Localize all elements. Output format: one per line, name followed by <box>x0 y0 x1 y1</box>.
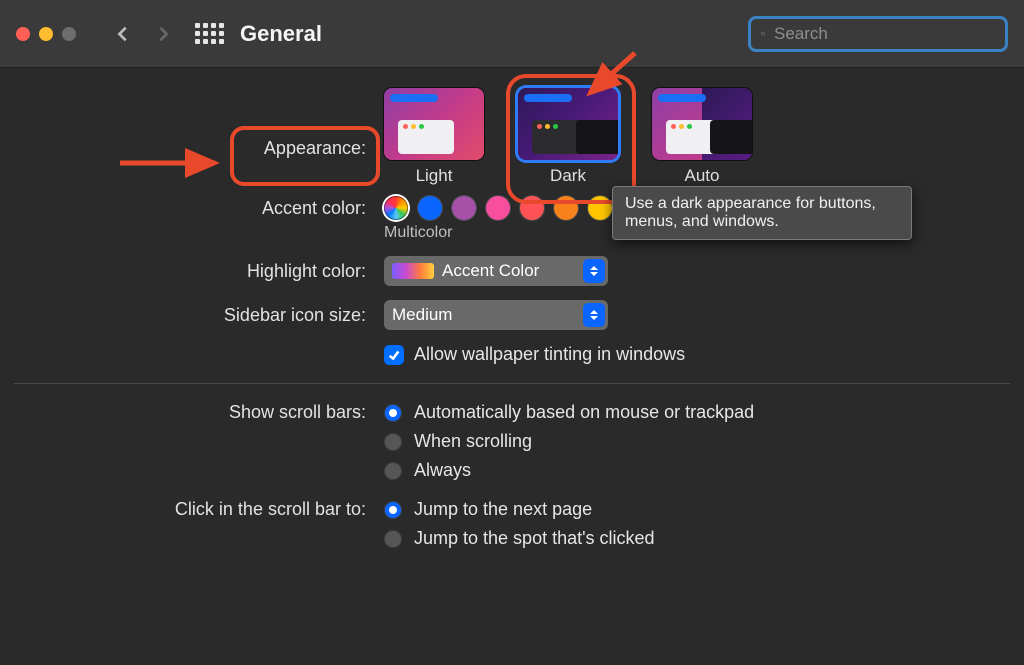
accent-swatch-yellow[interactable] <box>588 196 612 220</box>
appearance-thumb-light <box>384 88 484 160</box>
divider <box>14 383 1010 384</box>
search-icon <box>761 26 766 42</box>
appearance-option-label: Light <box>416 166 453 186</box>
radio-option[interactable]: When scrolling <box>384 431 754 452</box>
radio-option[interactable]: Jump to the spot that's clicked <box>384 528 655 549</box>
content: Appearance: Light Dark <box>0 68 1024 549</box>
click-scroll-label: Click in the scroll bar to: <box>14 499 384 520</box>
checkbox-checked-icon <box>384 345 404 365</box>
scrollbars-label: Show scroll bars: <box>14 402 384 423</box>
radio-label: Jump to the next page <box>414 499 592 520</box>
sidebar-icon-value: Medium <box>392 305 452 325</box>
radio-selected-icon <box>384 404 402 422</box>
appearance-options: Light Dark Auto <box>384 88 752 186</box>
accent-swatch-purple[interactable] <box>452 196 476 220</box>
radio-unselected-icon <box>384 433 402 451</box>
appearance-option-auto[interactable]: Auto <box>652 88 752 186</box>
search-field[interactable] <box>748 16 1008 52</box>
appearance-option-label: Dark <box>550 166 586 186</box>
accent-swatch-blue[interactable] <box>418 196 442 220</box>
appearance-option-light[interactable]: Light <box>384 88 484 186</box>
row-sidebar-icon: Sidebar icon size: Medium <box>14 300 1010 330</box>
minimize-window-icon[interactable] <box>39 27 53 41</box>
highlight-label: Highlight color: <box>14 261 384 282</box>
window-controls <box>16 27 76 41</box>
scrollbars-radios: Automatically based on mouse or trackpad… <box>384 402 754 481</box>
row-appearance: Appearance: Light Dark <box>14 88 1010 186</box>
accent-swatches <box>384 196 612 220</box>
zoom-window-icon[interactable] <box>62 27 76 41</box>
radio-label: Automatically based on mouse or trackpad <box>414 402 754 423</box>
radio-label: When scrolling <box>414 431 532 452</box>
highlight-value: Accent Color <box>442 261 539 281</box>
toolbar: General <box>0 0 1024 68</box>
highlight-popup[interactable]: Accent Color <box>384 256 608 286</box>
appearance-label: Appearance: <box>14 88 384 159</box>
accent-swatch-red[interactable] <box>520 196 544 220</box>
radio-selected-icon <box>384 501 402 519</box>
radio-option[interactable]: Automatically based on mouse or trackpad <box>384 402 754 423</box>
row-scrollbars: Show scroll bars: Automatically based on… <box>14 402 1010 481</box>
radio-option[interactable]: Always <box>384 460 754 481</box>
row-highlight: Highlight color: Accent Color <box>14 256 1010 286</box>
accent-gradient-icon <box>392 263 434 279</box>
click-scroll-radios: Jump to the next page Jump to the spot th… <box>384 499 655 549</box>
radio-unselected-icon <box>384 462 402 480</box>
accent-label: Accent color: <box>14 196 384 219</box>
radio-label: Jump to the spot that's clicked <box>414 528 655 549</box>
window-title: General <box>240 21 322 47</box>
stepper-icon <box>583 259 605 283</box>
all-settings-grid-icon[interactable] <box>196 21 222 47</box>
forward-button <box>146 17 180 51</box>
accent-swatch-orange[interactable] <box>554 196 578 220</box>
accent-swatch-multicolor[interactable] <box>384 196 408 220</box>
search-input[interactable] <box>774 24 995 44</box>
row-click-scroll: Click in the scroll bar to: Jump to the … <box>14 499 1010 549</box>
close-window-icon[interactable] <box>16 27 30 41</box>
row-wallpaper-tint: Allow wallpaper tinting in windows <box>14 344 1010 365</box>
accent-swatch-pink[interactable] <box>486 196 510 220</box>
appearance-tooltip: Use a dark appearance for buttons, menus… <box>612 186 912 240</box>
appearance-option-label: Auto <box>685 166 720 186</box>
stepper-icon <box>583 303 605 327</box>
wallpaper-tint-checkbox[interactable]: Allow wallpaper tinting in windows <box>384 344 685 365</box>
appearance-thumb-auto <box>652 88 752 160</box>
sidebar-icon-popup[interactable]: Medium <box>384 300 608 330</box>
sidebar-icon-label: Sidebar icon size: <box>14 305 384 326</box>
radio-option[interactable]: Jump to the next page <box>384 499 655 520</box>
appearance-thumb-dark <box>518 88 618 160</box>
appearance-option-dark[interactable]: Dark <box>518 88 618 186</box>
back-button[interactable] <box>106 17 140 51</box>
wallpaper-tint-label: Allow wallpaper tinting in windows <box>414 344 685 365</box>
radio-label: Always <box>414 460 471 481</box>
radio-unselected-icon <box>384 530 402 548</box>
